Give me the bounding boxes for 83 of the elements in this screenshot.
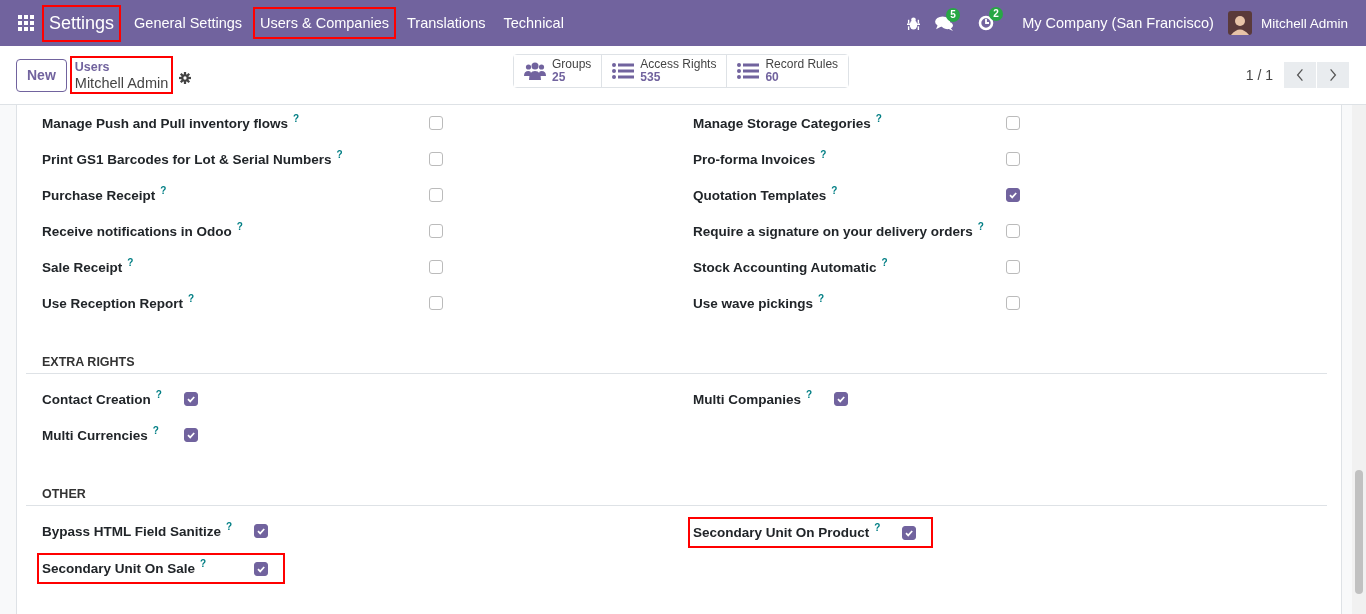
setting-label: Bypass HTML Field Sanitize (42, 523, 222, 539)
users-icon (524, 62, 546, 80)
menu-item[interactable]: General Settings (127, 7, 250, 39)
checkbox[interactable] (1005, 224, 1020, 238)
user-name[interactable]: Mitchell Admin (1260, 15, 1348, 31)
checkbox[interactable] (1005, 152, 1020, 166)
help-tooltip[interactable]: ? (188, 292, 195, 304)
setting-label: Contact Creation (42, 391, 151, 407)
setting-label: Use Reception Report (42, 295, 184, 311)
setting-label: Stock Accounting Automatic (693, 259, 877, 275)
checkbox[interactable] (183, 428, 198, 442)
help-tooltip[interactable]: ? (875, 112, 882, 124)
setting-label: Quotation Templates (693, 187, 827, 203)
checkbox[interactable] (254, 561, 269, 576)
help-tooltip[interactable]: ? (127, 256, 134, 268)
help-tooltip[interactable]: ? (806, 388, 813, 400)
setting-label: Pro-forma Invoices (693, 151, 816, 167)
checkbox[interactable] (429, 152, 443, 166)
list-icon (737, 62, 760, 80)
help-tooltip[interactable]: ? (336, 148, 343, 160)
activity-count-badge: 2 (989, 7, 1003, 21)
checkbox[interactable] (429, 224, 443, 238)
checkbox[interactable] (254, 524, 269, 538)
checkbox[interactable] (1005, 260, 1020, 274)
setting-label: Sale Receipt (42, 259, 123, 275)
pager-counter[interactable]: 1 / 1 (1245, 67, 1273, 83)
help-tooltip[interactable]: ? (874, 522, 881, 533)
checkbox[interactable] (429, 188, 443, 202)
setting-label: Receive notifications in Odoo (42, 223, 232, 239)
checkbox[interactable] (429, 116, 443, 130)
checkbox[interactable] (1005, 116, 1020, 130)
setting-label: Manage Push and Pull inventory flows (42, 115, 289, 131)
next-button[interactable] (1317, 62, 1349, 88)
bug-icon[interactable] (907, 16, 921, 30)
help-tooltip[interactable]: ? (226, 520, 233, 532)
settings-icon[interactable] (179, 72, 192, 84)
setting-label: Multi Currencies (42, 427, 148, 443)
record-title: Mitchell Admin (74, 75, 169, 91)
help-tooltip[interactable]: ? (820, 148, 827, 160)
help-tooltip[interactable]: ? (818, 292, 825, 304)
message-count-badge: 5 (946, 7, 960, 22)
checkbox[interactable] (1005, 296, 1020, 310)
checkbox[interactable] (429, 296, 443, 310)
setting-label: Secondary Unit On Product (693, 525, 870, 540)
help-tooltip[interactable]: ? (293, 112, 300, 124)
help-tooltip[interactable]: ? (152, 424, 159, 436)
help-tooltip[interactable]: ? (831, 184, 838, 196)
setting-label: Purchase Receipt (42, 187, 156, 203)
help-tooltip[interactable]: ? (881, 256, 888, 268)
setting-label: Multi Companies (693, 391, 801, 407)
company-switcher[interactable]: My Company (San Francisco) (1022, 15, 1214, 31)
scrollbar[interactable] (1352, 105, 1366, 614)
checkbox[interactable] (834, 392, 849, 406)
setting-label: Use wave pickings (693, 295, 814, 311)
checkbox[interactable] (902, 525, 917, 540)
setting-label: Require a signature on your delivery orders (693, 223, 973, 239)
help-tooltip[interactable]: ? (200, 558, 207, 569)
clock-icon[interactable] (978, 15, 995, 31)
section-title: OTHER (26, 485, 1327, 506)
setting-label: Manage Storage Categories (693, 115, 871, 131)
checkbox[interactable] (183, 392, 198, 406)
section-title: EXTRA RIGHTS (26, 353, 1327, 374)
setting-label: Secondary Unit On Sale (42, 561, 196, 576)
list-icon (612, 62, 635, 80)
breadcrumb-link[interactable]: Users (74, 59, 169, 75)
checkbox[interactable] (1005, 188, 1020, 202)
stat-button[interactable]: Groups 25 (514, 55, 603, 87)
checkbox[interactable] (429, 260, 443, 274)
help-tooltip[interactable]: ? (236, 220, 243, 232)
chevron-right-icon (1329, 68, 1337, 82)
help-tooltip[interactable]: ? (160, 184, 167, 196)
previous-button[interactable] (1284, 62, 1316, 88)
help-tooltip[interactable]: ? (155, 388, 162, 400)
apps-menu-icon[interactable] (18, 15, 34, 31)
help-tooltip[interactable]: ? (977, 220, 984, 232)
menu-item[interactable]: Users & Companies (253, 7, 396, 39)
setting-label: Print GS1 Barcodes for Lot & Serial Numbers (42, 151, 332, 167)
menu-item[interactable]: Technical (496, 7, 571, 39)
menu-item[interactable]: Translations (400, 7, 493, 39)
new-button[interactable]: New (16, 58, 67, 92)
chevron-left-icon (1296, 68, 1304, 82)
app-name[interactable]: Settings (42, 4, 122, 42)
user-avatar[interactable] (1227, 11, 1252, 35)
